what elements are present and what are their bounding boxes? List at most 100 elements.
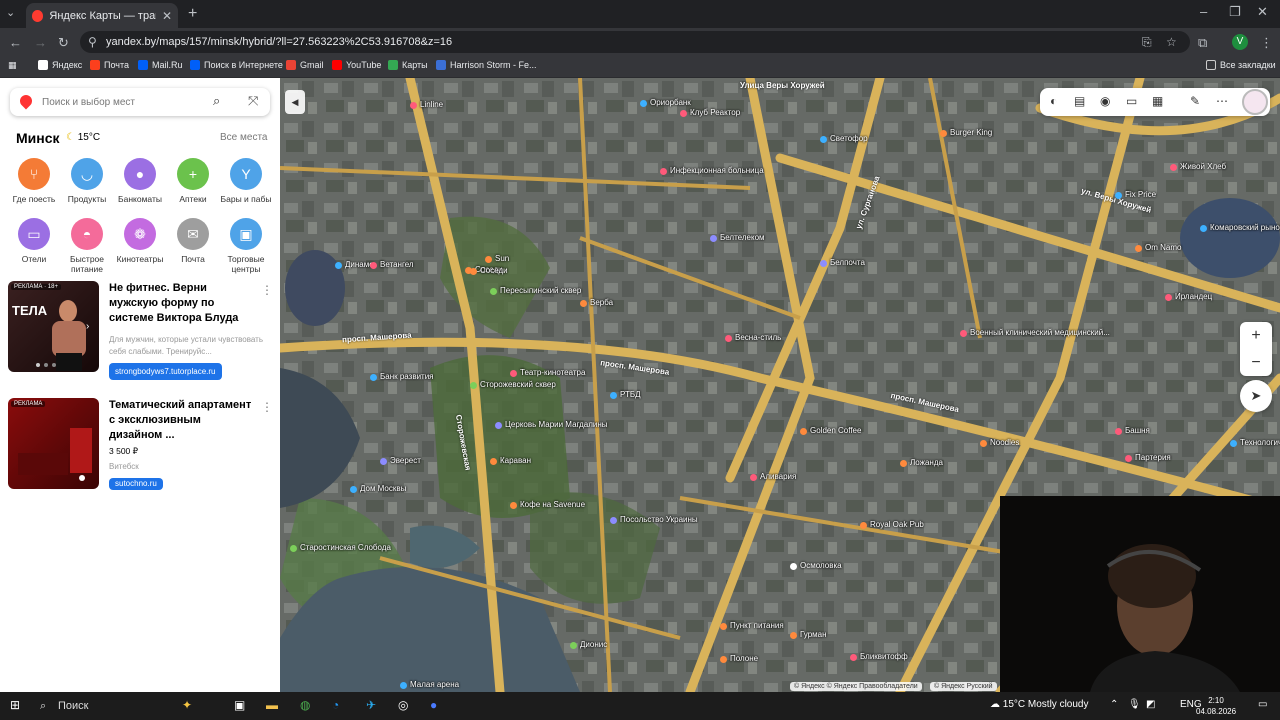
map-poi-label[interactable]: Сторожевский сквер	[480, 380, 556, 389]
copilot-sparkle-icon[interactable]: ✦	[182, 698, 192, 712]
map-poi-label[interactable]: Гурман	[800, 630, 827, 639]
map-poi-label[interactable]: Эверест	[390, 456, 421, 465]
map-poi-marker[interactable]	[470, 268, 477, 275]
edge-icon[interactable]: ◔	[332, 698, 339, 712]
layers-icon[interactable]: ◐	[1050, 94, 1057, 108]
map-poi-label[interactable]: Соседи	[480, 266, 508, 275]
map-poi-label[interactable]: Дионис	[580, 640, 607, 649]
microphone-icon[interactable]: 🎙	[1128, 699, 1141, 710]
bookmark-yandex[interactable]: Яндекс	[38, 60, 82, 70]
route-icon[interactable]: ⤧	[248, 93, 258, 109]
map-poi-label[interactable]: Театр-кинотеатра	[520, 368, 585, 377]
map-poi-marker[interactable]	[380, 458, 387, 465]
map-poi-marker[interactable]	[900, 460, 907, 467]
my-location-button[interactable]: ➤	[1240, 380, 1272, 412]
address-bar[interactable]: ⚲ yandex.by/maps/157/minsk/hybrid/?ll=27…	[80, 31, 1190, 53]
map-poi-label[interactable]: Om Namo	[1145, 243, 1181, 252]
task-view-icon[interactable]: ▣	[234, 698, 245, 712]
map-poi-marker[interactable]	[1170, 164, 1177, 171]
tray-app-icon[interactable]: ◩	[1146, 699, 1155, 710]
copyright-language[interactable]: © Яндекс Русский	[930, 682, 997, 691]
map-poi-marker[interactable]	[400, 682, 407, 689]
map-poi-marker[interactable]	[640, 100, 647, 107]
category-9[interactable]: ▣ Торговые центры	[218, 218, 274, 274]
map-poi-marker[interactable]	[960, 330, 967, 337]
minimize-icon[interactable]: –	[1200, 4, 1207, 19]
map-poi-label[interactable]: Караван	[500, 456, 531, 465]
chrome-icon[interactable]: ◍	[300, 698, 310, 712]
obs-icon[interactable]: ◎	[398, 698, 408, 712]
map-poi-marker[interactable]	[1165, 294, 1172, 301]
more-options-icon[interactable]: ⋮	[261, 400, 273, 414]
map-poi-marker[interactable]	[1200, 225, 1207, 232]
menu-kebab-icon[interactable]: ⋮	[1260, 35, 1273, 51]
category-0[interactable]: ⑂ Где поесть	[6, 158, 62, 204]
map-poi-marker[interactable]	[485, 256, 492, 263]
apps-grid-icon[interactable]: ▦	[8, 60, 17, 71]
bookmark-search[interactable]: Поиск в Интернете	[190, 60, 283, 70]
map-poi-marker[interactable]	[800, 428, 807, 435]
map-poi-marker[interactable]	[350, 486, 357, 493]
profile-avatar[interactable]: V	[1232, 34, 1248, 50]
map-poi-label[interactable]: Посольство Украины	[620, 515, 698, 524]
bookmark-mailru[interactable]: Mail.Ru	[138, 60, 183, 70]
bookmark-pochta[interactable]: Почта	[90, 60, 129, 70]
map-poi-marker[interactable]	[750, 474, 757, 481]
map-poi-label[interactable]: Burger King	[950, 128, 992, 137]
map-poi-label[interactable]: Банк развития	[380, 372, 434, 381]
map-poi-label[interactable]: Светофор	[830, 134, 868, 143]
bookmark-maps[interactable]: Карты	[388, 60, 428, 70]
copyright[interactable]: © Яндекс © Яндекс Правообладатели	[790, 682, 922, 691]
map-poi-label[interactable]: Партерия	[1135, 453, 1171, 462]
map-poi-label[interactable]: Живой Хлеб	[1180, 162, 1226, 171]
reload-icon[interactable]: ↻	[58, 35, 69, 51]
map-poi-marker[interactable]	[790, 632, 797, 639]
map-poi-marker[interactable]	[495, 422, 502, 429]
ad-link-button[interactable]: strongbodyws7.tutorplace.ru	[109, 363, 222, 380]
map-poi-label[interactable]: Кофе на Savenue	[520, 500, 585, 509]
map-poi-marker[interactable]	[720, 623, 727, 630]
map-poi-label[interactable]: Осмоловка	[800, 561, 842, 570]
map-poi-label[interactable]: Инфекционная больница	[670, 166, 764, 175]
map-poi-label[interactable]: Sun	[495, 254, 509, 263]
map-poi-label[interactable]: Башня	[1125, 426, 1150, 435]
ad-link-button[interactable]: sutochno.ru	[109, 478, 163, 490]
bookmark-star-icon[interactable]: ☆	[1166, 35, 1177, 49]
map-poi-marker[interactable]	[820, 260, 827, 267]
map-poi-marker[interactable]	[490, 458, 497, 465]
category-4[interactable]: Y Бары и пабы	[218, 158, 274, 204]
map-poi-marker[interactable]	[370, 262, 377, 269]
more-icon[interactable]: ⋯	[1216, 94, 1228, 108]
map-poi-label[interactable]: Пункт питания	[730, 621, 784, 630]
bookmark-gmail[interactable]: Gmail	[286, 60, 324, 70]
city-name[interactable]: Минск	[16, 130, 60, 146]
notifications-icon[interactable]: ▭	[1258, 699, 1267, 710]
map-poi-marker[interactable]	[725, 335, 732, 342]
map-poi-label[interactable]: Ориорбанк	[650, 98, 691, 107]
map-poi-marker[interactable]	[290, 545, 297, 552]
map-poi-label[interactable]: Военный клинический медицинский...	[970, 328, 1110, 337]
map-poi-marker[interactable]	[820, 136, 827, 143]
map-poi-marker[interactable]	[680, 110, 687, 117]
map-poi-label[interactable]: Церковь Марии Магдалины	[505, 420, 608, 429]
map-poi-marker[interactable]	[1135, 245, 1142, 252]
taskbar-weather[interactable]: ☁ 15°C Mostly cloudy	[990, 699, 1088, 710]
map-poi-marker[interactable]	[470, 382, 477, 389]
category-8[interactable]: ✉ Почта	[165, 218, 221, 264]
map-poi-marker[interactable]	[850, 654, 857, 661]
map-poi-marker[interactable]	[370, 374, 377, 381]
map-book-icon[interactable]: ▤	[1074, 94, 1085, 108]
map-poi-marker[interactable]	[710, 235, 717, 242]
map-poi-label[interactable]: Ветангел	[380, 260, 414, 269]
transport-icon[interactable]: ▭	[1126, 94, 1137, 108]
map-poi-marker[interactable]	[580, 300, 587, 307]
restore-icon[interactable]: ❐	[1229, 4, 1241, 20]
map-poi-marker[interactable]	[610, 392, 617, 399]
map-poi-marker[interactable]	[1125, 455, 1132, 462]
map-poi-label[interactable]: Royal Oak Pub	[870, 520, 924, 529]
user-avatar[interactable]	[1242, 89, 1268, 115]
map-poi-marker[interactable]	[660, 168, 667, 175]
clock[interactable]: 2:10 04.08.2026	[1196, 695, 1236, 717]
map-poi-label[interactable]: Малая арена	[410, 680, 459, 689]
map-poi-marker[interactable]	[510, 370, 517, 377]
